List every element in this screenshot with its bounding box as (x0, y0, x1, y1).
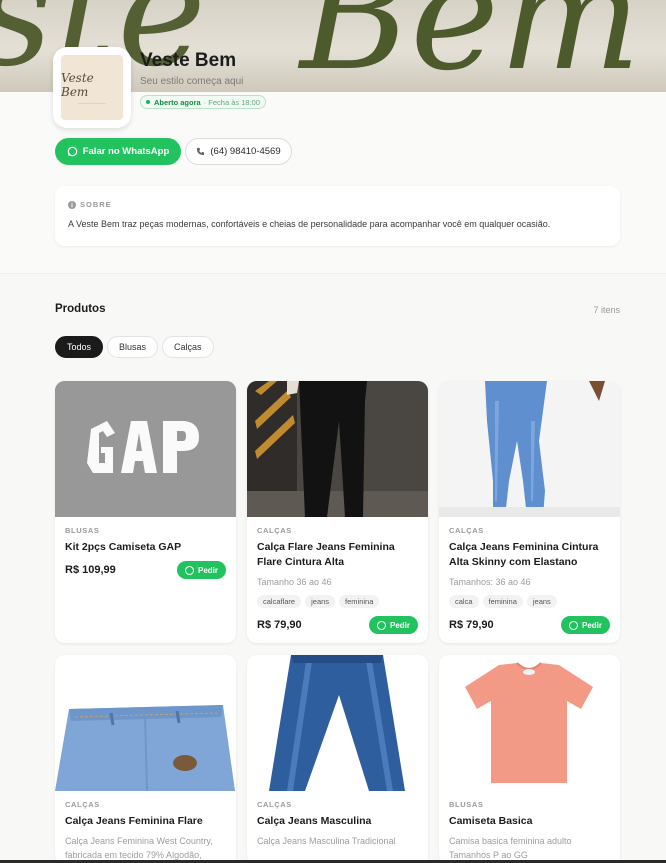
filter-chip-blusas[interactable]: Blusas (107, 336, 159, 358)
product-name: Camiseta Basica (449, 815, 533, 827)
whatsapp-icon (376, 620, 386, 630)
filter-chip-todos[interactable]: Todos (55, 336, 104, 358)
about-card: SOBRE A Veste Bem traz peças modernas, c… (55, 186, 620, 246)
product-tags: calcaflare jeans feminina (257, 595, 418, 608)
products-title: Produtos (55, 303, 106, 315)
product-category: CALÇAS (449, 526, 484, 535)
product-description: Calça Jeans Masculina Tradicional (257, 836, 396, 846)
salmon-tshirt-photo (439, 655, 620, 791)
logo-lettering: Veste Bem (61, 70, 94, 99)
product-image-skinny-jeans (439, 381, 620, 517)
product-description: Camisa basica feminina adulto Tamanhos P… (449, 836, 572, 860)
status-dot-icon (146, 100, 150, 104)
skinny-jeans-photo (439, 381, 620, 517)
product-name: Calça Jeans Masculina (257, 815, 372, 827)
product-tag: calcaflare (257, 595, 302, 608)
status-badge: Aberto agora · Fecha às 18:00 (140, 95, 266, 109)
about-title: SOBRE (68, 200, 112, 209)
about-text: A Veste Bem traz peças modernas, confort… (68, 219, 551, 229)
product-image-mens-jeans (247, 655, 428, 791)
order-button-label: Pedir (581, 620, 602, 630)
phone-button-label: (64) 98410-4569 (210, 146, 281, 157)
product-image-gray-tshirt (55, 381, 236, 517)
status-closing-time: · Fecha às 18:00 (203, 97, 260, 107)
product-description: Calça Jeans Feminina West Country, fabri… (65, 836, 213, 860)
status-open-text: Aberto agora (154, 97, 201, 107)
product-card[interactable]: CALÇAS Calça Jeans Feminina Flare Calça … (55, 655, 236, 863)
product-name: Calça Flare Jeans Feminina Flare Cintura… (257, 541, 395, 568)
store-name: Veste Bem (140, 50, 237, 71)
product-category: CALÇAS (65, 800, 100, 809)
mens-jeans-photo (247, 655, 428, 791)
gray-tshirt-photo (55, 381, 236, 517)
products-count: 7 itens (593, 305, 620, 315)
whatsapp-icon (568, 620, 578, 630)
product-tag: jeans (305, 595, 336, 608)
product-price: R$ 79,90 (449, 619, 494, 631)
product-tag: calca (449, 595, 479, 608)
product-name: Kit 2pçs Camiseta GAP (65, 541, 182, 553)
whatsapp-button-label: Falar no WhatsApp (82, 146, 170, 157)
product-category: CALÇAS (257, 526, 292, 535)
product-image-salmon-tshirt (439, 655, 620, 791)
product-name: Calça Jeans Feminina Flare (65, 815, 203, 827)
order-button-label: Pedir (197, 565, 218, 575)
product-tags: calca feminina jeans (449, 595, 610, 608)
product-card[interactable]: BLUSAS Kit 2pçs Camiseta GAP R$ 109,99 P… (55, 381, 236, 643)
product-category: BLUSAS (449, 800, 484, 809)
black-flare-pants-photo (247, 381, 428, 517)
product-card[interactable]: CALÇAS Calça Flare Jeans Feminina Flare … (247, 381, 428, 643)
product-card[interactable]: CALÇAS Calça Jeans Feminina Cintura Alta… (439, 381, 620, 643)
whatsapp-icon (67, 146, 78, 157)
product-card[interactable]: CALÇAS Calça Jeans Masculina Calça Jeans… (247, 655, 428, 863)
filter-chip-calcas[interactable]: Calças (162, 336, 214, 358)
store-logo: Veste Bem ———————— (53, 47, 131, 128)
product-image-black-flare-pants (247, 381, 428, 517)
logo-underline: ———————— (78, 100, 106, 105)
product-tag: feminina (482, 595, 523, 608)
banner-script-decoration-2: Bem (300, 0, 642, 92)
order-button[interactable]: Pedir (176, 561, 226, 579)
flare-jeans-back-photo (55, 655, 236, 791)
about-title-text: SOBRE (80, 200, 112, 209)
phone-button[interactable]: (64) 98410-4569 (185, 138, 292, 165)
product-description: Tamanhos: 36 ao 46 (449, 577, 531, 587)
product-tag: jeans (526, 595, 557, 608)
product-image-flare-jeans-back (55, 655, 236, 791)
product-description: Tamanho 36 ao 46 (257, 577, 332, 587)
product-price: R$ 109,99 (65, 564, 116, 576)
order-button-label: Pedir (389, 620, 410, 630)
product-tag: feminina (339, 595, 380, 608)
store-tagline: Seu estilo começa aqui (140, 76, 244, 87)
product-price: R$ 79,90 (257, 619, 302, 631)
product-category: CALÇAS (257, 800, 292, 809)
whatsapp-icon (184, 565, 194, 575)
category-filters: Todos Blusas Calças (55, 336, 214, 358)
phone-icon (197, 147, 205, 156)
order-button[interactable]: Pedir (560, 616, 610, 634)
product-card[interactable]: BLUSAS Camiseta Basica Camisa basica fem… (439, 655, 620, 863)
info-icon (68, 200, 76, 209)
whatsapp-button[interactable]: Falar no WhatsApp (55, 138, 181, 165)
product-name: Calça Jeans Feminina Cintura Alta Skinny… (449, 541, 599, 568)
order-button[interactable]: Pedir (368, 616, 418, 634)
product-category: BLUSAS (65, 526, 100, 535)
